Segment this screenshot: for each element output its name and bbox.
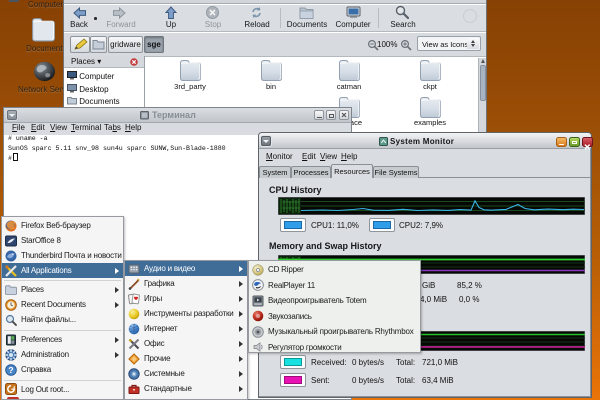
svg-text:?: ? — [8, 365, 13, 375]
